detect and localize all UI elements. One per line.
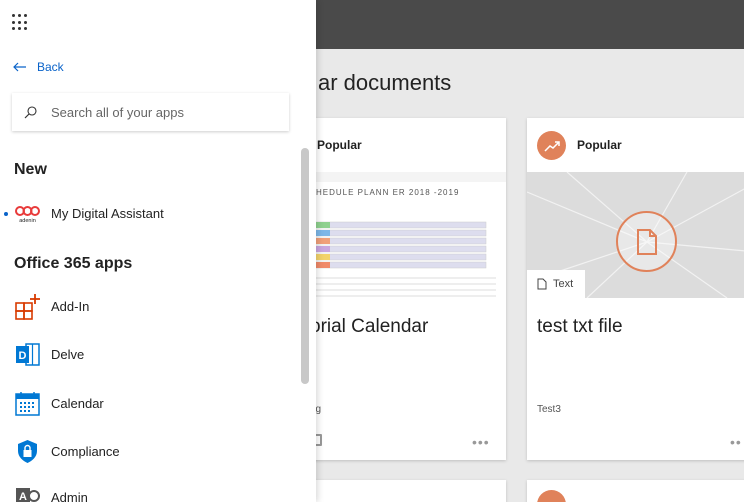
spreadsheet-preview: HEDULE PLANN ER 2018 -2019 <box>306 182 506 298</box>
app-label: Compliance <box>51 444 120 459</box>
card-title[interactable]: test txt file <box>537 316 623 338</box>
document-card[interactable]: Popular HEDULE PLANN ER 2018 -2019 orial… <box>286 118 506 460</box>
card-thumbnail: Text <box>527 172 744 298</box>
card-label: Popular <box>577 138 622 152</box>
svg-text:A: A <box>19 491 27 502</box>
search-input[interactable] <box>51 104 271 120</box>
type-label: Text <box>553 278 574 290</box>
card-subtitle: Test3 <box>537 404 561 415</box>
section-heading-new: New <box>14 161 47 178</box>
app-add-in[interactable]: Add-In <box>14 293 89 320</box>
add-in-icon <box>14 293 41 320</box>
app-label: Delve <box>51 347 85 362</box>
section-heading-office: Office 365 apps <box>14 255 133 272</box>
back-button[interactable]: Back <box>13 60 64 74</box>
trending-icon <box>537 131 566 160</box>
app-my-digital-assistant[interactable]: adenin My Digital Assistant <box>14 200 164 227</box>
trending-icon <box>537 490 566 502</box>
adenin-logo-icon: adenin <box>14 200 41 227</box>
app-launcher-icon[interactable] <box>12 14 29 31</box>
back-arrow-icon <box>13 62 26 72</box>
document-icon <box>616 211 677 272</box>
new-indicator <box>4 212 8 216</box>
more-options-button[interactable]: ••• <box>472 434 490 450</box>
text-file-icon <box>537 278 547 290</box>
app-compliance[interactable]: Compliance <box>14 438 120 465</box>
more-options-button[interactable]: •• <box>730 434 742 450</box>
app-label: Admin <box>51 490 88 502</box>
page-title: ar documents <box>318 70 452 95</box>
app-label: Calendar <box>51 396 104 411</box>
card-header: Popular <box>286 118 506 172</box>
document-card[interactable] <box>527 480 744 502</box>
document-card[interactable]: Popular Text test txt file Test3 •• <box>527 118 744 460</box>
card-label: Popular <box>317 138 362 152</box>
card-title[interactable]: orial Calendar <box>310 316 428 338</box>
card-thumbnail: HEDULE PLANN ER 2018 -2019 <box>286 172 506 298</box>
search-box[interactable] <box>12 93 289 131</box>
calendar-icon <box>14 390 41 417</box>
type-badge: Text <box>527 270 585 298</box>
app-label: Add-In <box>51 299 90 314</box>
search-icon <box>24 105 37 118</box>
svg-text:D: D <box>19 350 27 362</box>
adenin-logo-text: adenin <box>19 218 36 224</box>
app-calendar[interactable]: Calendar <box>14 390 104 417</box>
delve-icon: D <box>14 341 41 368</box>
back-label: Back <box>37 60 64 74</box>
app-admin[interactable]: A Admin <box>14 484 88 502</box>
admin-icon: A <box>14 484 41 502</box>
app-launcher-panel: Back New adenin My Digital Assistant Off… <box>0 0 316 502</box>
app-delve[interactable]: D Delve <box>14 341 84 368</box>
compliance-icon <box>14 438 41 465</box>
app-label: My Digital Assistant <box>51 206 164 221</box>
card-header: Popular <box>527 118 744 172</box>
document-card[interactable] <box>286 480 506 502</box>
scrollbar-thumb[interactable] <box>301 148 309 384</box>
